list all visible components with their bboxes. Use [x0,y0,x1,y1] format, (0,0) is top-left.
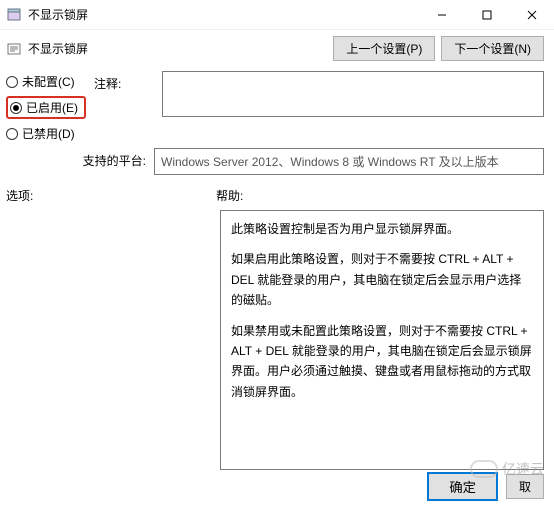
app-icon [6,7,22,23]
ok-button[interactable]: 确定 [427,472,498,501]
policy-icon [6,41,22,57]
radio-icon [6,128,18,140]
radio-icon [10,102,22,114]
maximize-button[interactable] [464,0,509,30]
cancel-button[interactable]: 取 [506,474,544,499]
help-paragraph: 此策略设置控制是否为用户显示锁屏界面。 [231,219,533,239]
window-controls [419,0,554,30]
help-paragraph: 如果启用此策略设置，则对于不需要按 CTRL + ALT + DEL 就能登录的… [231,249,533,310]
next-setting-button[interactable]: 下一个设置(N) [441,36,544,61]
radio-disabled[interactable]: 已禁用(D) [6,125,86,142]
state-radio-group: 未配置(C) 已启用(E) 已禁用(D) [6,71,86,142]
radio-label: 未配置(C) [22,73,75,90]
close-button[interactable] [509,0,554,30]
radio-enabled[interactable]: 已启用(E) [10,99,82,116]
radio-label: 已启用(E) [26,99,78,116]
help-label: 帮助: [216,187,544,204]
header-row: 不显示锁屏 上一个设置(P) 下一个设置(N) [0,30,554,71]
minimize-button[interactable] [419,0,464,30]
titlebar: 不显示锁屏 [0,0,554,30]
radio-icon [6,76,18,88]
help-text-box[interactable]: 此策略设置控制是否为用户显示锁屏界面。 如果启用此策略设置，则对于不需要按 CT… [220,210,544,470]
radio-not-configured[interactable]: 未配置(C) [6,73,86,90]
window-title: 不显示锁屏 [28,6,88,23]
comment-field[interactable] [162,71,544,117]
dialog-footer: 确定 取 [427,472,544,501]
prev-setting-button[interactable]: 上一个设置(P) [333,36,435,61]
highlight-box: 已启用(E) [6,96,86,119]
options-label: 选项: [6,187,216,204]
comment-label: 注释: [94,71,154,92]
help-paragraph: 如果禁用或未配置此策略设置，则对于不需要按 CTRL + ALT + DEL 就… [231,321,533,403]
policy-title: 不显示锁屏 [28,40,88,57]
platform-field: Windows Server 2012、Windows 8 或 Windows … [154,148,544,175]
platform-label: 支持的平台: [6,148,146,169]
radio-label: 已禁用(D) [22,125,75,142]
